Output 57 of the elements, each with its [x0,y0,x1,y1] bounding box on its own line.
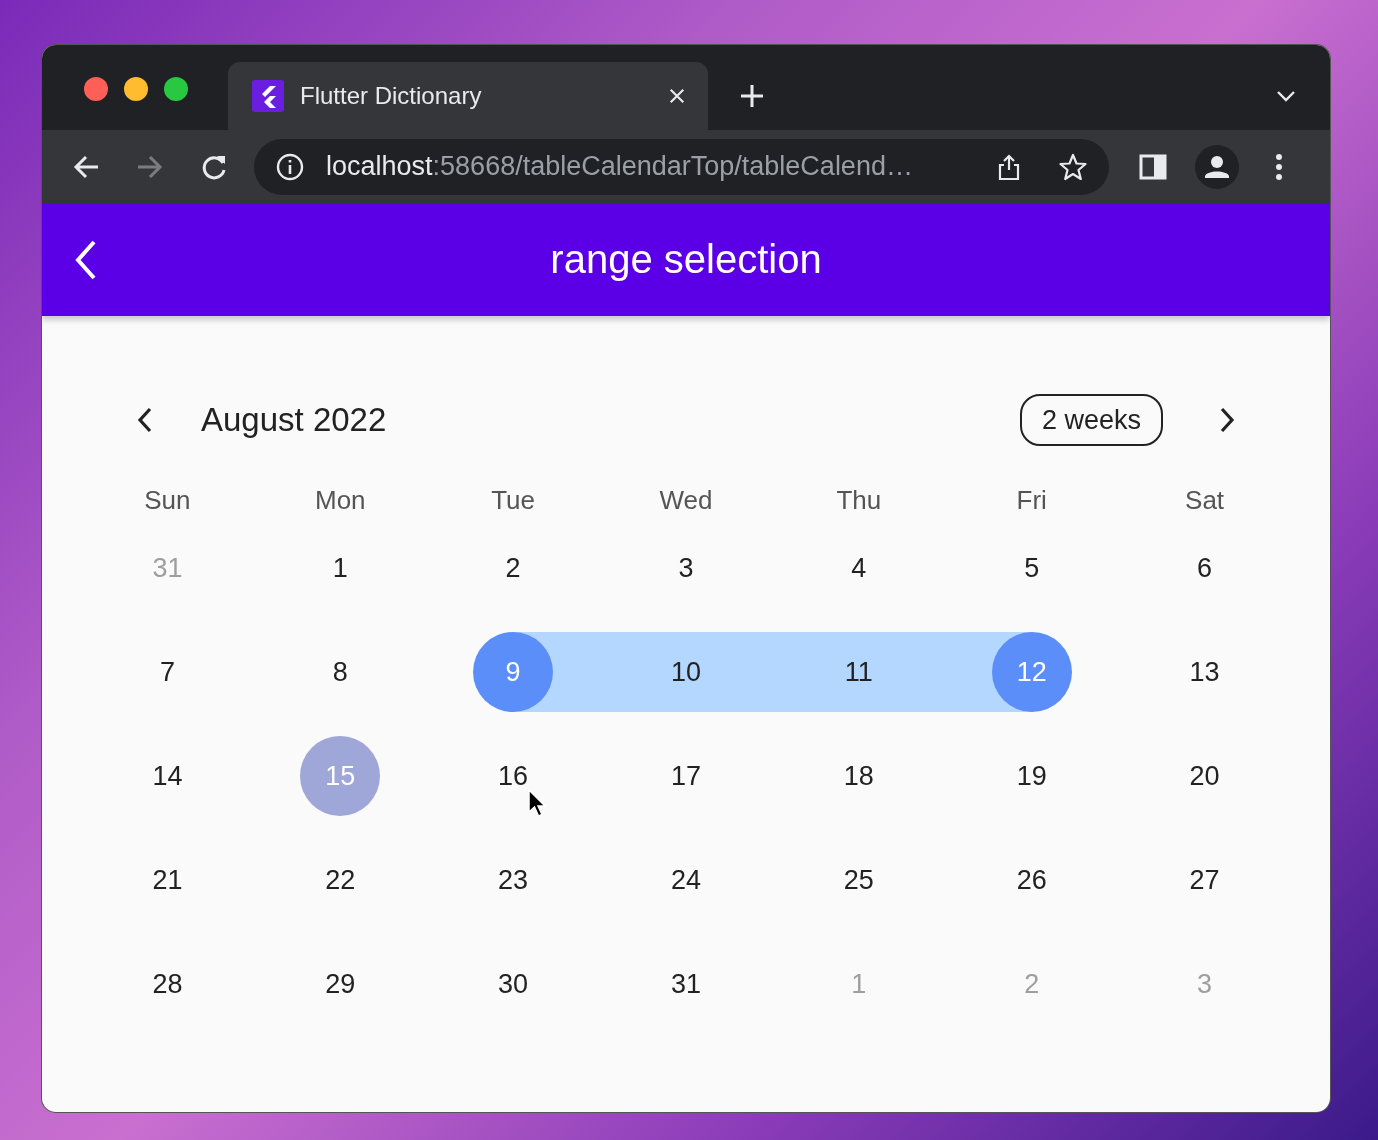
calendar-day[interactable]: 27 [1164,840,1245,920]
calendar-day[interactable]: 8 [300,632,381,712]
weekday-label: Sat [1185,484,1225,516]
calendar-day[interactable]: 30 [473,944,554,1024]
calendar-day[interactable]: 23 [473,840,554,920]
calendar-day[interactable]: 14 [127,736,208,816]
calendar-day[interactable]: 11 [818,632,899,712]
calendar-day[interactable]: 5 [991,528,1072,608]
calendar-day[interactable]: 13 [1164,632,1245,712]
minimize-window-button[interactable] [124,77,148,101]
calendar-day[interactable]: 26 [991,840,1072,920]
url-text: localhost:58668/tableCalendarTop/tableCalend… [326,151,914,182]
close-window-button[interactable] [84,77,108,101]
calendar-day[interactable]: 2 [473,528,554,608]
calendar-day[interactable]: 3 [646,528,726,608]
star-icon[interactable] [1059,152,1087,181]
calendar-day[interactable]: 20 [1164,736,1245,816]
calendar-day[interactable]: 4 [818,528,899,608]
calendar-day[interactable]: 28 [127,944,208,1024]
chevron-down-icon[interactable] [1276,90,1296,102]
format-button[interactable]: 2 weeks [1019,394,1163,446]
back-icon[interactable] [75,239,97,280]
calendar-day[interactable]: 22 [300,840,381,920]
profile-avatar-icon[interactable] [1195,144,1239,189]
side-panel-icon[interactable] [1139,152,1167,181]
address-bar[interactable]: localhost:58668/tableCalendarTop/tableCalend… [254,138,1109,195]
info-icon[interactable] [276,152,304,181]
calendar-day[interactable]: 19 [991,736,1072,816]
month-title: August 2022 [201,401,387,439]
calendar-day[interactable]: 6 [1164,528,1245,608]
calendar-day[interactable]: 7 [127,632,208,712]
calendar-day[interactable]: 1 [300,528,381,608]
weekday-label: Wed [659,484,713,516]
calendar-day[interactable]: 17 [646,736,726,816]
weekday-label: Thu [836,484,882,516]
calendar-day[interactable]: 24 [646,840,726,920]
calendar-day[interactable]: 10 [646,632,726,712]
calendar-day[interactable]: 16 [473,736,554,816]
browser-tab[interactable]: Flutter Dictionary [228,62,708,130]
calendar-day[interactable]: 18 [818,736,899,816]
new-tab-icon[interactable] [740,84,764,108]
next-month-icon[interactable] [1219,407,1235,433]
weekday-label: Fri [1016,484,1047,516]
weekday-label: Mon [315,484,366,516]
calendar-day[interactable]: 31 [646,944,726,1024]
close-icon[interactable] [668,87,686,105]
weekday-label: Sun [144,484,191,516]
tab-title: Flutter Dictionary [300,82,483,110]
weekday-label: Tue [491,484,536,516]
zoom-window-button[interactable] [164,77,188,101]
calendar-day[interactable]: 21 [127,840,208,920]
previous-month-icon[interactable] [137,407,153,433]
app-bar-title: range selection [550,237,822,282]
app-logo-icon [252,80,284,112]
calendar-day[interactable]: 25 [818,840,899,920]
calendar-day[interactable]: 29 [300,944,381,1024]
menu-icon[interactable] [1275,152,1283,181]
